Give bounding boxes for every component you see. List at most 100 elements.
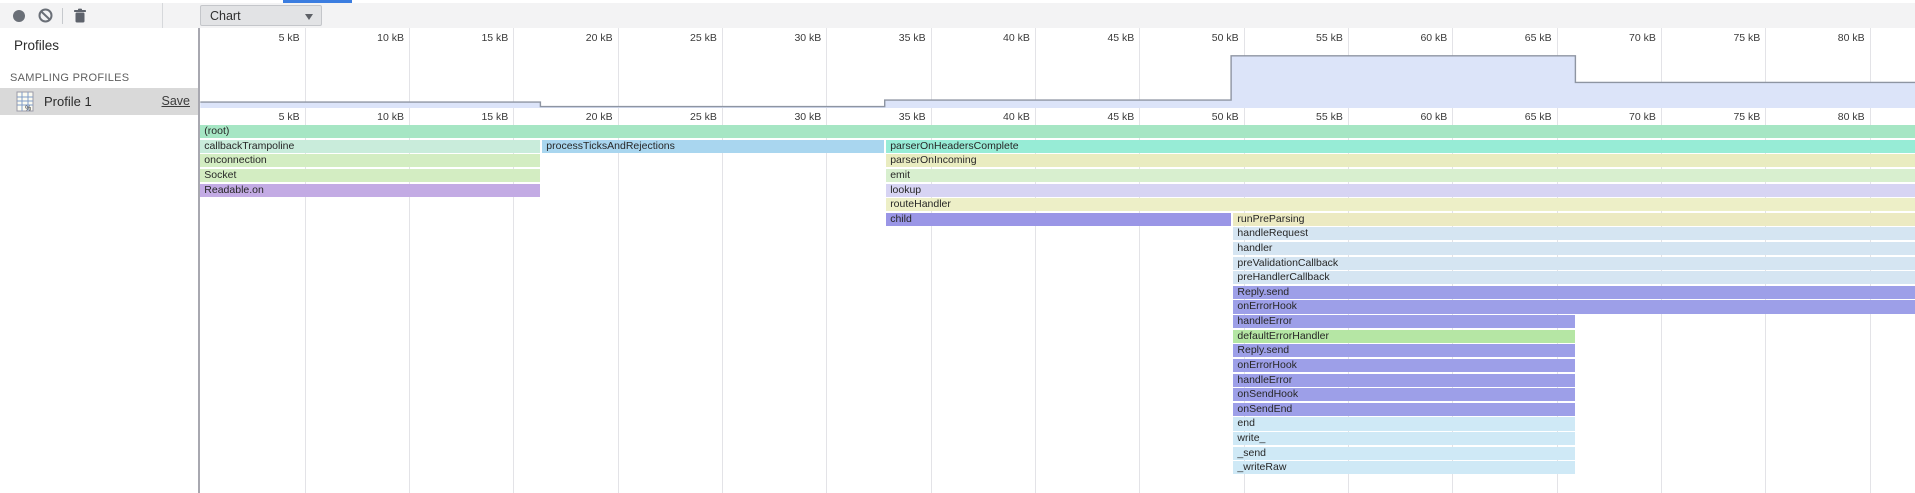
flame-bar-label: _writeRaw [1237, 461, 1286, 473]
sidebar-title: Profiles [14, 38, 59, 53]
ruler-tick-label: 25 kB [690, 111, 717, 123]
flame-bar-label: onSendEnd [1237, 403, 1292, 415]
record-icon [12, 9, 26, 23]
clear-button[interactable] [32, 5, 58, 27]
ruler-tick-label: 50 kB [1212, 111, 1239, 123]
flame-bar-end[interactable]: end [1233, 417, 1575, 430]
flame-bar-processticksandrejections[interactable]: processTicksAndRejections [542, 140, 884, 153]
sidebar-item-profile-1[interactable]: % Profile 1 Save [0, 88, 198, 115]
ruler-tick-label: 5 kB [279, 111, 300, 123]
view-mode-select[interactable]: Chart [200, 5, 322, 26]
flame-bar-label: runPreParsing [1237, 213, 1304, 225]
flame-bar-label: preHandlerCallback [1237, 271, 1329, 283]
profile-table-icon: % [16, 91, 36, 112]
flame-bar-lookup[interactable]: lookup [886, 184, 1915, 197]
flame-bar-child[interactable]: child [886, 213, 1231, 226]
ruler-tick-label: 20 kB [586, 32, 613, 44]
overview-pane[interactable] [200, 45, 1915, 108]
svg-text:%: % [25, 106, 31, 113]
flame-bar-label: end [1237, 417, 1255, 429]
view-mode-value: Chart [210, 9, 241, 23]
flame-bar-label: parserOnIncoming [890, 154, 976, 166]
flame-bar-readable-on[interactable]: Readable.on [200, 184, 540, 197]
flame-graph: (root) callbackTrampoline processTicksAndR… [200, 125, 1915, 493]
ruler-tick-label: 70 kB [1629, 32, 1656, 44]
flame-bar-socket[interactable]: Socket [200, 169, 540, 182]
flame-bar-send[interactable]: _send [1233, 447, 1575, 460]
flame-bar-onconnection[interactable]: onconnection [200, 154, 540, 167]
flame-bar-label: handleRequest [1237, 227, 1308, 239]
flame-bar-writeraw[interactable]: _writeRaw [1233, 461, 1575, 474]
flame-bar-label: onconnection [204, 154, 266, 166]
trash-icon [73, 8, 87, 23]
ruler-tick-label: 20 kB [586, 111, 613, 123]
ruler-tick-label: 70 kB [1629, 111, 1656, 123]
flame-bar-parseronheaderscomplete[interactable]: parserOnHeadersComplete [886, 140, 1915, 153]
flame-bar-handlerequest[interactable]: handleRequest [1233, 227, 1915, 240]
flame-bar-parseronincoming[interactable]: parserOnIncoming [886, 154, 1915, 167]
flame-bar-onsendend[interactable]: onSendEnd [1233, 403, 1575, 416]
save-profile-link[interactable]: Save [162, 94, 191, 108]
devtools-sampling-profiler: Chart Profiles SAMPLING PROFILES % Profi… [0, 0, 1915, 493]
flame-bar-reply-send[interactable]: Reply.send [1233, 286, 1915, 299]
ruler-tick-label: 80 kB [1838, 32, 1865, 44]
ruler-tick-label: 60 kB [1420, 32, 1447, 44]
ruler-tick-label: 45 kB [1107, 111, 1134, 123]
flame-bar-runpreparsing[interactable]: runPreParsing [1233, 213, 1915, 226]
flame-bar-label: handleError [1237, 315, 1292, 327]
flame-bar-label: emit [890, 169, 910, 181]
flame-bar-label: Readable.on [204, 184, 264, 196]
flame-bar-label: preValidationCallback [1237, 257, 1338, 269]
flame-bar-prehandlercallback[interactable]: preHandlerCallback [1233, 271, 1915, 284]
profiler-toolbar: Chart [0, 3, 1915, 29]
flame-ruler[interactable]: 5 kB10 kB15 kB20 kB25 kB30 kB35 kB40 kB4… [200, 108, 1915, 125]
flame-bar-onsendhook[interactable]: onSendHook [1233, 388, 1575, 401]
flame-bar-prevalidationcallback[interactable]: preValidationCallback [1233, 257, 1915, 270]
profiles-sidebar: Profiles SAMPLING PROFILES % Profile 1 S… [0, 28, 198, 493]
flame-bar-root[interactable]: (root) [200, 125, 1915, 138]
flame-bar-label: Reply.send [1237, 344, 1289, 356]
flame-bar-label: defaultErrorHandler [1237, 330, 1329, 342]
ruler-tick-label: 60 kB [1420, 111, 1447, 123]
ruler-tick-label: 50 kB [1212, 32, 1239, 44]
ruler-tick-label: 5 kB [279, 32, 300, 44]
flame-bar-handleerror[interactable]: handleError [1233, 315, 1575, 328]
flame-bar-label: handleError [1237, 374, 1292, 386]
flame-bar-callbacktrampoline[interactable]: callbackTrampoline [200, 140, 540, 153]
ruler-tick-label: 25 kB [690, 32, 717, 44]
flame-bar-reply-send[interactable]: Reply.send [1233, 344, 1575, 357]
record-button[interactable] [6, 5, 32, 27]
flame-bar-label: write_ [1237, 432, 1265, 444]
ruler-tick-label: 65 kB [1525, 111, 1552, 123]
flame-bar-routehandler[interactable]: routeHandler [886, 198, 1915, 211]
ruler-tick-label: 30 kB [794, 32, 821, 44]
ruler-tick-label: 10 kB [377, 32, 404, 44]
flame-bar-emit[interactable]: emit [886, 169, 1915, 182]
ruler-tick-label: 10 kB [377, 111, 404, 123]
flame-bar-write[interactable]: write_ [1233, 432, 1575, 445]
flame-bar-handler[interactable]: handler [1233, 242, 1915, 255]
ruler-tick-label: 55 kB [1316, 32, 1343, 44]
flame-bar-label: parserOnHeadersComplete [890, 140, 1018, 152]
flame-bar-label: (root) [204, 125, 229, 137]
sampling-profiles-section-label: SAMPLING PROFILES [10, 72, 129, 84]
ruler-tick-label: 35 kB [899, 111, 926, 123]
flame-bar-label: child [890, 213, 912, 225]
flame-bar-onerrorhook[interactable]: onErrorHook [1233, 359, 1575, 372]
ruler-tick-label: 15 kB [481, 32, 508, 44]
ruler-tick-label: 65 kB [1525, 32, 1552, 44]
flame-bar-label: Socket [204, 169, 236, 181]
ruler-tick-label: 35 kB [899, 32, 926, 44]
flame-bar-label: callbackTrampoline [204, 140, 294, 152]
flame-bar-label: lookup [890, 184, 921, 196]
flame-bar-label: handler [1237, 242, 1272, 254]
ruler-tick-label: 45 kB [1107, 32, 1134, 44]
flame-bar-label: onErrorHook [1237, 300, 1297, 312]
flame-bar-handleerror[interactable]: handleError [1233, 374, 1575, 387]
flame-bar-label: routeHandler [890, 198, 951, 210]
ruler-tick-label: 55 kB [1316, 111, 1343, 123]
delete-profile-button[interactable] [67, 5, 93, 27]
flame-bar-onerrorhook[interactable]: onErrorHook [1233, 300, 1915, 313]
overview-ruler[interactable]: 5 kB10 kB15 kB20 kB25 kB30 kB35 kB40 kB4… [200, 28, 1915, 45]
flame-bar-defaulterrorhandler[interactable]: defaultErrorHandler [1233, 330, 1575, 343]
